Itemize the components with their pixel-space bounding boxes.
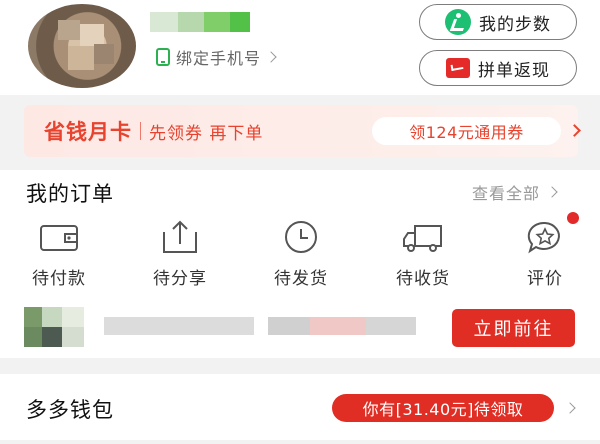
truck-icon (403, 225, 442, 252)
orders-section: 我的订单 查看全部 待付款 待分享 待发货 待收货 评价 立即前往 (0, 170, 600, 358)
notification-dot (567, 212, 579, 224)
divider (140, 122, 141, 140)
username-pixelated (150, 12, 254, 32)
wallet-title: 多多钱包 (26, 398, 114, 422)
order-status-label: 待分享 (153, 269, 207, 289)
share-icon (163, 220, 197, 253)
view-all-orders-link[interactable]: 查看全部 (472, 180, 558, 204)
order-preview-text-pixelated (268, 317, 310, 335)
go-now-button[interactable]: 立即前往 (452, 309, 575, 347)
chevron-right-icon (546, 186, 558, 198)
bind-phone-label: 绑定手机号 (176, 49, 262, 68)
saving-card-banner[interactable]: 省钱月卡 先领券 再下单 领124元通用券 (24, 105, 581, 157)
chevron-right-icon (265, 51, 277, 63)
order-status-label: 待付款 (32, 269, 86, 289)
wallet-balance-badge[interactable]: 你有[31.40元]待领取 (332, 394, 554, 422)
orders-title: 我的订单 (26, 182, 114, 206)
order-status-pending-shipment[interactable]: 待发货 (256, 220, 346, 289)
order-status-pending-payment[interactable]: 待付款 (14, 220, 104, 289)
running-icon (445, 9, 471, 35)
view-all-label: 查看全部 (472, 184, 541, 203)
order-status-label: 待收货 (396, 269, 450, 289)
order-status-label: 评价 (527, 269, 563, 289)
chevron-right-icon (568, 124, 581, 137)
bind-phone-link[interactable]: 绑定手机号 (156, 46, 277, 68)
wallet-icon (40, 225, 78, 251)
group-refund-label: 拼单返现 (478, 60, 550, 81)
order-preview-row[interactable]: 立即前往 (0, 305, 600, 349)
clock-icon (285, 221, 317, 253)
saving-card-title: 省钱月卡 (44, 120, 132, 144)
wallet-section[interactable]: 多多钱包 你有[31.40元]待领取 (0, 374, 600, 440)
product-thumbnail (24, 307, 94, 347)
avatar[interactable] (28, 4, 136, 88)
phone-icon (156, 48, 170, 66)
review-icon (527, 221, 560, 254)
order-status-label: 待发货 (274, 269, 328, 289)
order-preview-text-pixelated (310, 317, 366, 335)
coupon-badge[interactable]: 领124元通用券 (372, 117, 561, 145)
profile-header: 绑定手机号 我的步数 拼单返现 (0, 0, 600, 95)
my-steps-button[interactable]: 我的步数 (419, 4, 577, 40)
saving-card-subtitle: 先领券 再下单 (149, 123, 264, 144)
my-steps-label: 我的步数 (479, 14, 551, 35)
group-refund-button[interactable]: 拼单返现 (419, 50, 577, 86)
order-status-pending-receipt[interactable]: 待收货 (378, 220, 468, 289)
red-envelope-icon (446, 58, 470, 78)
order-status-review[interactable]: 评价 (500, 220, 590, 289)
order-status-pending-share[interactable]: 待分享 (135, 220, 225, 289)
order-preview-text-pixelated (104, 317, 254, 335)
order-preview-text-pixelated (366, 317, 416, 335)
order-status-row: 待付款 待分享 待发货 待收货 评价 (0, 212, 600, 290)
chevron-right-icon (564, 402, 576, 414)
